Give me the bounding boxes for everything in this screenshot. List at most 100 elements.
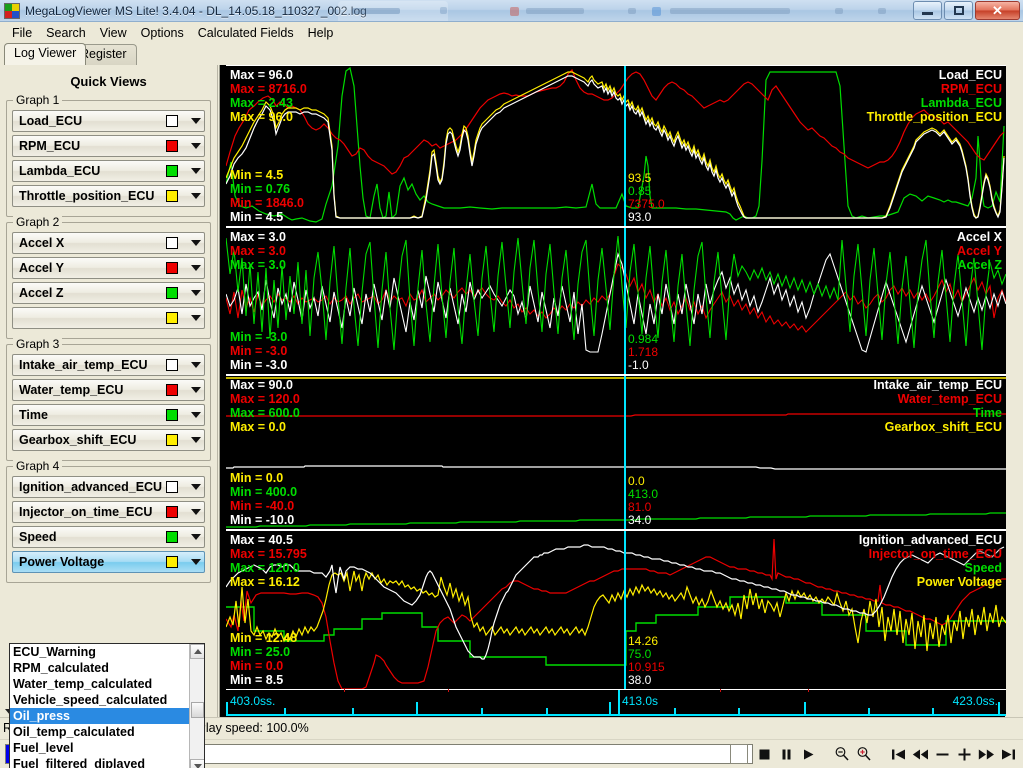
minimize-button[interactable] <box>913 1 942 20</box>
color-swatch-green <box>166 531 178 543</box>
skip-back-icon[interactable] <box>887 743 909 765</box>
chevron-down-icon[interactable] <box>186 534 204 540</box>
channel-select-g2-c4[interactable] <box>12 307 205 329</box>
channel-select-g3-c2[interactable]: Water_temp_ECU <box>12 379 205 401</box>
channel-select-g3-c1[interactable]: Intake_air_temp_ECU <box>12 354 205 376</box>
channel-select-g1-c4[interactable]: Throttle_position_ECU <box>12 185 205 207</box>
channel-label: Speed <box>19 530 57 544</box>
channel-select-g4-c2[interactable]: Injector_on_time_ECU <box>12 501 205 523</box>
color-swatch-white <box>166 115 178 127</box>
transport-controls[interactable] <box>730 743 1019 765</box>
chevron-down-icon[interactable] <box>186 193 204 199</box>
close-button[interactable]: ✕ <box>975 1 1020 20</box>
minus-icon[interactable] <box>931 743 953 765</box>
tab-strip: Log Viewer Register <box>0 43 1023 65</box>
graph-4-cursor-values: 14.26 75.0 10.915 38.0 <box>628 634 665 687</box>
menu-help[interactable]: Help <box>301 24 341 42</box>
graph-1-max-labels: Max = 96.0 Max = 8716.0 Max = 2.43 Max =… <box>230 68 307 124</box>
color-swatch-green <box>166 409 178 421</box>
channel-select-g3-c4[interactable]: Gearbox_shift_ECU <box>12 429 205 451</box>
graph-1-legend-right: Load_ECU RPM_ECU Lambda_ECU Throttle_pos… <box>866 68 1002 124</box>
record-field[interactable] <box>730 744 748 764</box>
channel-select-g1-c1[interactable]: Load_ECU <box>12 110 205 132</box>
series-speed <box>226 596 1006 666</box>
chevron-down-icon[interactable] <box>186 559 204 565</box>
chevron-down-icon[interactable] <box>186 509 204 515</box>
skip-forward-icon[interactable] <box>997 743 1019 765</box>
list-item[interactable]: Oil_temp_calculated <box>10 724 204 740</box>
menu-search[interactable]: Search <box>39 24 93 42</box>
channel-select-g2-c1[interactable]: Accel X <box>12 232 205 254</box>
color-swatch-yellow <box>166 190 178 202</box>
window-controls[interactable]: ✕ <box>913 1 1020 20</box>
time-axis-cursor[interactable] <box>618 690 620 716</box>
menu-calculated-fields[interactable]: Calculated Fields <box>191 24 301 42</box>
list-item[interactable]: Water_temp_calculated <box>10 676 204 692</box>
graph-3-group: Graph 3 Intake_air_temp_ECU Water_temp_E… <box>6 337 211 461</box>
chevron-down-icon[interactable] <box>186 290 204 296</box>
list-item[interactable]: RPM_calculated <box>10 660 204 676</box>
menu-options[interactable]: Options <box>134 24 191 42</box>
chart-graph-3[interactable]: Max = 90.0 Max = 120.0 Max = 600.0 Max =… <box>226 375 1006 530</box>
dropdown-scrollbar[interactable] <box>189 644 204 768</box>
channel-select-g1-c2[interactable]: RPM_ECU <box>12 135 205 157</box>
channel-select-g4-c4[interactable]: Power Voltage <box>12 551 205 573</box>
zoom-out-icon[interactable] <box>831 743 853 765</box>
time-axis-start-label: 403.0ss. <box>230 694 276 708</box>
scroll-up-icon[interactable] <box>190 644 204 659</box>
graph-3-legend-right: Intake_air_temp_ECU Water_temp_ECU Time … <box>873 378 1002 434</box>
graph-2-group: Graph 2 Accel X Accel Y Accel Z <box>6 215 211 339</box>
chart-graph-4[interactable]: Max = 40.5 Max = 15.795 Max = 120.0 Max … <box>226 530 1006 690</box>
cursor-line[interactable] <box>624 66 626 226</box>
list-item[interactable]: Fuel_level <box>10 740 204 756</box>
chart-graph-1[interactable]: Max = 96.0 Max = 8716.0 Max = 2.43 Max =… <box>226 65 1006 227</box>
cursor-line[interactable] <box>624 228 626 374</box>
list-item[interactable]: Vehicle_speed_calculated <box>10 692 204 708</box>
list-item[interactable]: ECU_Warning <box>10 644 204 660</box>
zoom-in-icon[interactable] <box>853 743 875 765</box>
channel-select-g3-c3[interactable]: Time <box>12 404 205 426</box>
channel-dropdown-list[interactable]: ECU_Warning RPM_calculated Water_temp_ca… <box>9 643 205 768</box>
channel-select-g4-c1[interactable]: Ignition_advanced_ECU <box>12 476 205 498</box>
chevron-down-icon[interactable] <box>186 387 204 393</box>
chevron-down-icon[interactable] <box>186 412 204 418</box>
channel-select-g1-c3[interactable]: Lambda_ECU <box>12 160 205 182</box>
scrollbar-thumb[interactable] <box>191 702 204 718</box>
chevron-down-icon[interactable] <box>186 484 204 490</box>
channel-select-g4-c3[interactable]: Speed <box>12 526 205 548</box>
graph-3-max-labels: Max = 90.0 Max = 120.0 Max = 600.0 Max =… <box>230 378 300 434</box>
channel-select-g2-c2[interactable]: Accel Y <box>12 257 205 279</box>
play-button[interactable] <box>797 743 819 765</box>
rewind-icon[interactable] <box>909 743 931 765</box>
chevron-down-icon[interactable] <box>186 315 204 321</box>
menu-file[interactable]: File <box>5 24 39 42</box>
series-intake-air-temp-ecu <box>226 465 1006 470</box>
chevron-down-icon[interactable] <box>186 168 204 174</box>
chevron-down-icon[interactable] <box>186 265 204 271</box>
time-axis[interactable]: 403.0ss. 413.0s 423.0ss. <box>226 689 1006 716</box>
plus-icon[interactable] <box>953 743 975 765</box>
pause-button[interactable] <box>775 743 797 765</box>
menu-view[interactable]: View <box>93 24 134 42</box>
list-item-selected[interactable]: Oil_press <box>10 708 204 724</box>
graph-2-cursor-values: 0.984 1.718 -1.0 <box>628 332 659 372</box>
chevron-down-icon[interactable] <box>186 118 204 124</box>
maximize-button[interactable] <box>944 1 973 20</box>
chevron-down-icon[interactable] <box>186 143 204 149</box>
chevron-down-icon[interactable] <box>186 437 204 443</box>
list-item[interactable]: Fuel_filtered_diplayed <box>10 756 204 768</box>
tab-log-viewer[interactable]: Log Viewer <box>4 43 87 65</box>
cursor-line[interactable] <box>624 376 626 529</box>
series-time <box>226 512 1006 528</box>
fast-forward-icon[interactable] <box>975 743 997 765</box>
chart-graph-2[interactable]: Max = 3.0 Max = 3.0 Max = 3.0 Min = -3.0… <box>226 227 1006 375</box>
quick-views-title: Quick Views <box>70 74 147 89</box>
chevron-down-icon[interactable] <box>186 362 204 368</box>
cursor-line[interactable] <box>624 531 626 689</box>
scroll-down-icon[interactable] <box>190 759 204 768</box>
chevron-down-icon[interactable] <box>186 240 204 246</box>
channel-select-g2-c3[interactable]: Accel Z <box>12 282 205 304</box>
color-swatch-green <box>166 287 178 299</box>
quick-views-panel: Quick Views Graph 1 Load_ECU RPM_ECU Lam… <box>0 65 218 768</box>
stop-button[interactable] <box>753 743 775 765</box>
